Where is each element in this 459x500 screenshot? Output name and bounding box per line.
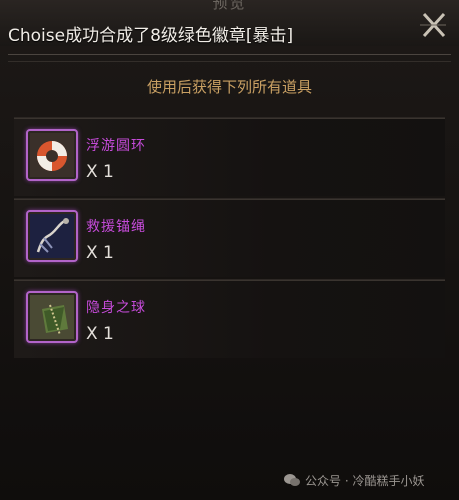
list-item[interactable]: 救援锚绳 X 1 [14, 198, 445, 277]
panel-title: 预览 [212, 0, 247, 12]
life-ring-icon [30, 133, 74, 177]
title-bar: 预览 Choise成功合成了8级绿色徽章[暴击] [0, 0, 459, 46]
item-quantity: X 1 [86, 324, 114, 344]
watermark-source: 公众号 · 冷酷糕手小妖 [305, 472, 424, 489]
anchor-rope-icon [30, 214, 74, 258]
item-quantity: X 1 [86, 162, 114, 182]
item-name: 浮游圆环 [86, 138, 146, 154]
divider [8, 54, 451, 62]
item-slot[interactable] [26, 129, 78, 181]
wechat-icon [284, 474, 300, 486]
item-name: 隐身之球 [86, 300, 146, 316]
close-button[interactable] [416, 8, 450, 42]
list-item[interactable]: 浮游圆环 X 1 [14, 117, 445, 196]
synthesis-announcement: Choise成功合成了8级绿色徽章[暴击] [8, 26, 294, 46]
item-quantity: X 1 [86, 243, 114, 263]
item-slot[interactable] [26, 210, 78, 262]
close-icon [420, 12, 446, 38]
list-item[interactable]: 隐身之球 X 1 [14, 279, 445, 358]
reward-list: 浮游圆环 X 1 救援锚绳 X 1 隐身之球 X 1 [14, 117, 445, 360]
item-preview-panel: 预览 Choise成功合成了8级绿色徽章[暴击] 使用后获得下列所有道具 浮游圆… [0, 0, 459, 500]
item-slot[interactable] [26, 291, 78, 343]
item-name: 救援锚绳 [86, 219, 146, 235]
reward-subtitle: 使用后获得下列所有道具 [146, 78, 312, 96]
watermark-text: 公众号 · 冷酷糕手小妖 [305, 474, 425, 488]
stealth-orb-icon [30, 295, 74, 339]
